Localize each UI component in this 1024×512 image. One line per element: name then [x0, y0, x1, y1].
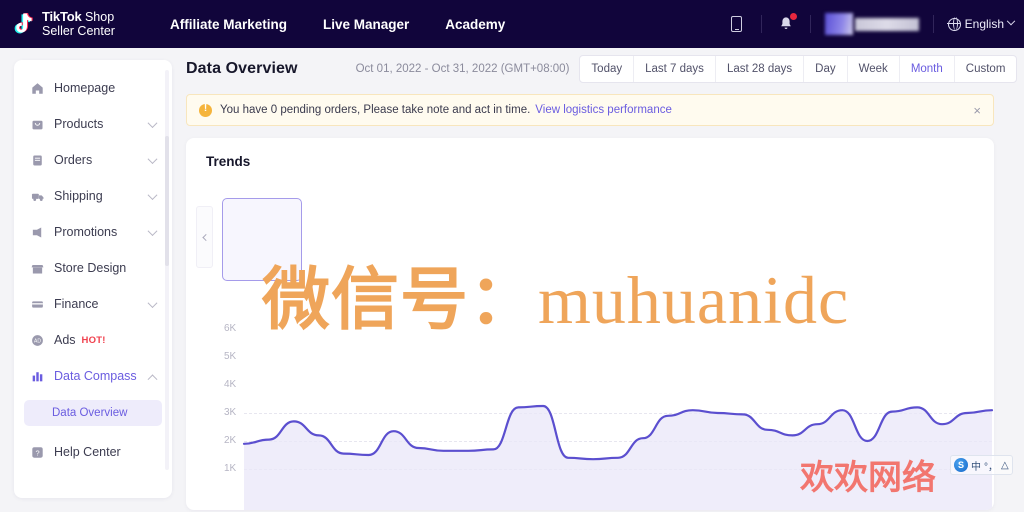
chevron-down-icon — [147, 117, 158, 128]
sidebar-label: Data Compass — [54, 369, 137, 383]
bar-chart-icon — [30, 370, 45, 383]
globe-icon — [947, 17, 961, 31]
date-range-label: Oct 01, 2022 - Oct 31, 2022 (GMT+08:00) — [355, 63, 570, 75]
close-icon[interactable]: × — [973, 103, 981, 118]
watermark-red: 欢欢网络 — [800, 458, 936, 498]
nav-link-live-manager[interactable]: Live Manager — [323, 17, 409, 32]
chevron-down-icon — [147, 225, 158, 236]
sidebar-label: Store Design — [54, 261, 127, 275]
top-bar-actions: English — [727, 0, 1016, 48]
hot-badge: HOT! — [81, 334, 106, 346]
sidebar-scrollbar-track[interactable] — [165, 70, 169, 470]
page-header: Data Overview Oct 01, 2022 - Oct 31, 202… — [186, 48, 1024, 90]
truck-icon — [30, 190, 45, 203]
sidebar: Homepage Products Orders Shipping Promot… — [14, 60, 172, 498]
language-selector[interactable]: English — [947, 16, 1016, 31]
app-root: TikTok Shop Seller Center Affiliate Mark… — [0, 0, 1024, 512]
range-button-last-7-days[interactable]: Last 7 days — [633, 56, 715, 82]
ime-shape[interactable]: △ — [1001, 460, 1009, 471]
help-icon: ? — [30, 446, 45, 459]
trends-title: Trends — [206, 154, 251, 169]
language-label: English — [964, 17, 1004, 31]
sidebar-item-products[interactable]: Products — [24, 112, 162, 136]
sidebar-item-shipping[interactable]: Shipping — [24, 184, 162, 208]
notification-bell-icon[interactable] — [776, 13, 797, 34]
pending-orders-alert: You have 0 pending orders, Please take n… — [186, 94, 994, 126]
sidebar-item-homepage[interactable]: Homepage — [24, 76, 162, 100]
sidebar-label: Homepage — [54, 81, 116, 95]
top-nav-links: Affiliate Marketing Live Manager Academy — [170, 17, 505, 32]
tiktok-note-icon — [14, 12, 36, 36]
view-logistics-performance-link[interactable]: View logistics performance — [535, 104, 672, 116]
alert-text: You have 0 pending orders, Please take n… — [220, 104, 531, 116]
sidebar-label: Promotions — [54, 225, 118, 239]
range-button-week[interactable]: Week — [846, 56, 899, 82]
sidebar-label: Products — [54, 117, 104, 131]
sidebar-item-ads[interactable]: AD Ads HOT! — [24, 328, 162, 352]
date-range-segmented-control: Today Last 7 days Last 28 days Day Week … — [579, 55, 1018, 83]
card-icon — [30, 298, 45, 311]
ime-punctuation[interactable]: °， — [984, 458, 998, 473]
range-button-last-28-days[interactable]: Last 28 days — [714, 56, 803, 82]
sidebar-label: Help Center — [54, 445, 121, 459]
chevron-down-icon — [147, 153, 158, 164]
ime-status-bar[interactable]: S 中 °， △ — [950, 455, 1013, 475]
user-account[interactable] — [824, 13, 919, 35]
page-title: Data Overview — [186, 60, 298, 77]
megaphone-icon — [30, 226, 45, 239]
user-name-redacted — [854, 17, 919, 31]
range-button-custom[interactable]: Custom — [953, 56, 1017, 82]
sidebar-item-data-compass[interactable]: Data Compass — [24, 364, 162, 388]
carousel-prev-button[interactable] — [196, 206, 213, 268]
sidebar-item-orders[interactable]: Orders — [24, 148, 162, 172]
sidebar-item-promotions[interactable]: Promotions — [24, 220, 162, 244]
nav-link-academy[interactable]: Academy — [445, 17, 505, 32]
watermark-orange: 微信号：muhuanidc — [262, 244, 849, 343]
watermark-orange-latin: muhuanidc — [538, 262, 850, 338]
chevron-up-icon — [147, 373, 158, 384]
notification-badge — [789, 13, 797, 20]
home-icon — [30, 82, 45, 95]
range-button-month[interactable]: Month — [898, 56, 954, 82]
nav-link-affiliate-marketing[interactable]: Affiliate Marketing — [170, 17, 287, 32]
brand-name-bold: TikTok — [42, 8, 82, 24]
sidebar-item-help-center[interactable]: ? Help Center — [24, 440, 162, 464]
brand-name-light: Shop — [81, 9, 115, 24]
svg-text:AD: AD — [34, 338, 41, 344]
divider — [932, 15, 934, 33]
sidebar-label: Shipping — [54, 189, 103, 203]
brand-text: TikTok Shop Seller Center — [42, 8, 115, 39]
warning-icon — [199, 103, 212, 117]
box-icon — [30, 118, 45, 131]
range-button-day[interactable]: Day — [803, 56, 846, 82]
divider — [809, 15, 811, 33]
divider — [760, 15, 762, 33]
top-navigation-bar: TikTok Shop Seller Center Affiliate Mark… — [0, 0, 1024, 48]
sidebar-label: Finance — [54, 297, 99, 311]
chevron-left-icon — [202, 233, 210, 241]
chevron-down-icon — [1006, 16, 1016, 26]
brand-subtitle: Seller Center — [42, 24, 115, 39]
chevron-down-icon — [147, 297, 158, 308]
sidebar-item-data-overview[interactable]: Data Overview — [24, 400, 162, 426]
mobile-device-icon[interactable] — [727, 14, 747, 34]
sidebar-label: Ads — [54, 333, 76, 347]
sogou-ime-icon: S — [954, 458, 968, 472]
storefront-icon — [30, 262, 45, 275]
chevron-down-icon — [147, 189, 158, 200]
range-button-today[interactable]: Today — [580, 56, 633, 82]
sidebar-label: Orders — [54, 153, 93, 167]
avatar — [824, 13, 853, 35]
sidebar-item-store-design[interactable]: Store Design — [24, 256, 162, 280]
sidebar-scrollbar-thumb[interactable] — [165, 136, 169, 266]
clipboard-icon — [30, 154, 45, 167]
sidebar-item-finance[interactable]: Finance — [24, 292, 162, 316]
ads-icon: AD — [30, 334, 45, 347]
watermark-orange-cn: 微信号： — [262, 260, 539, 340]
svg-text:?: ? — [35, 448, 39, 457]
brand-logo[interactable]: TikTok Shop Seller Center — [14, 8, 115, 39]
sidebar-sublabel: Data Overview — [52, 407, 128, 419]
ime-mode[interactable]: 中 — [971, 458, 981, 473]
